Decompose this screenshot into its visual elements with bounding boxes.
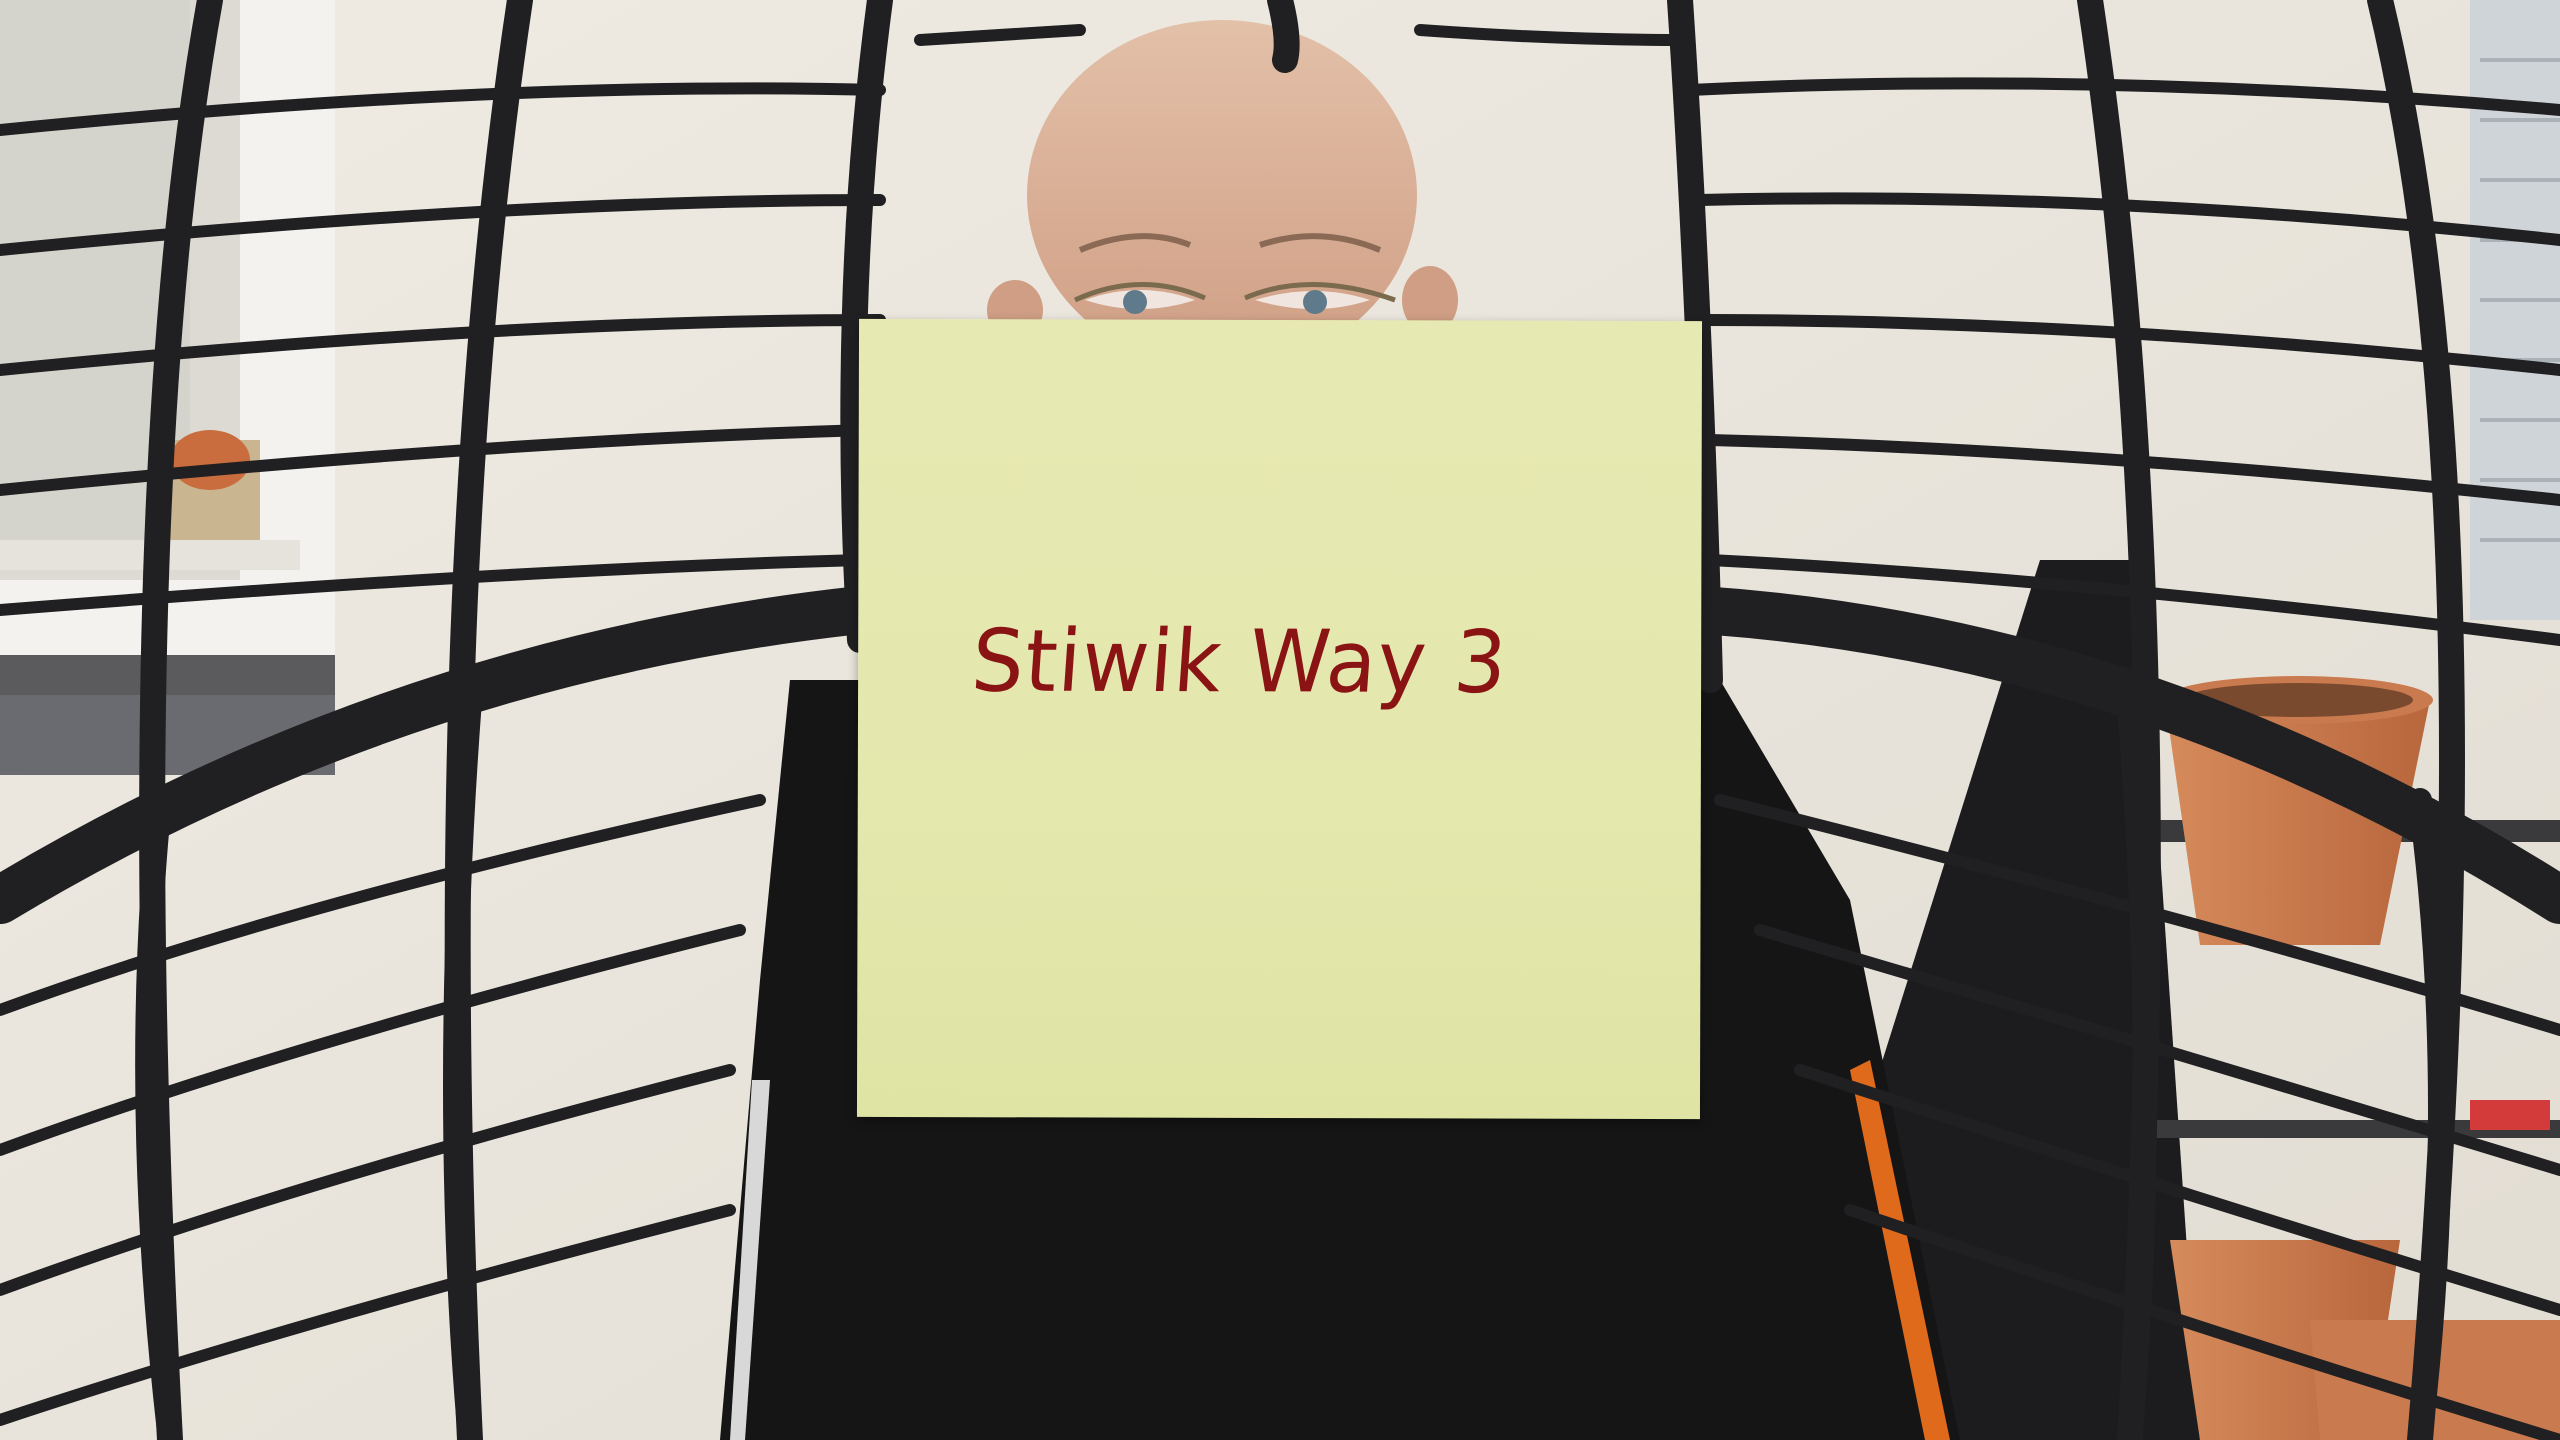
- right-shutter: [2470, 0, 2560, 620]
- note-text: Stiwik Way 3: [968, 611, 1511, 713]
- sticky-note: Stiwik Way 3: [856, 318, 1703, 1120]
- photo-scene: Stiwik Way 3: [0, 0, 2560, 1440]
